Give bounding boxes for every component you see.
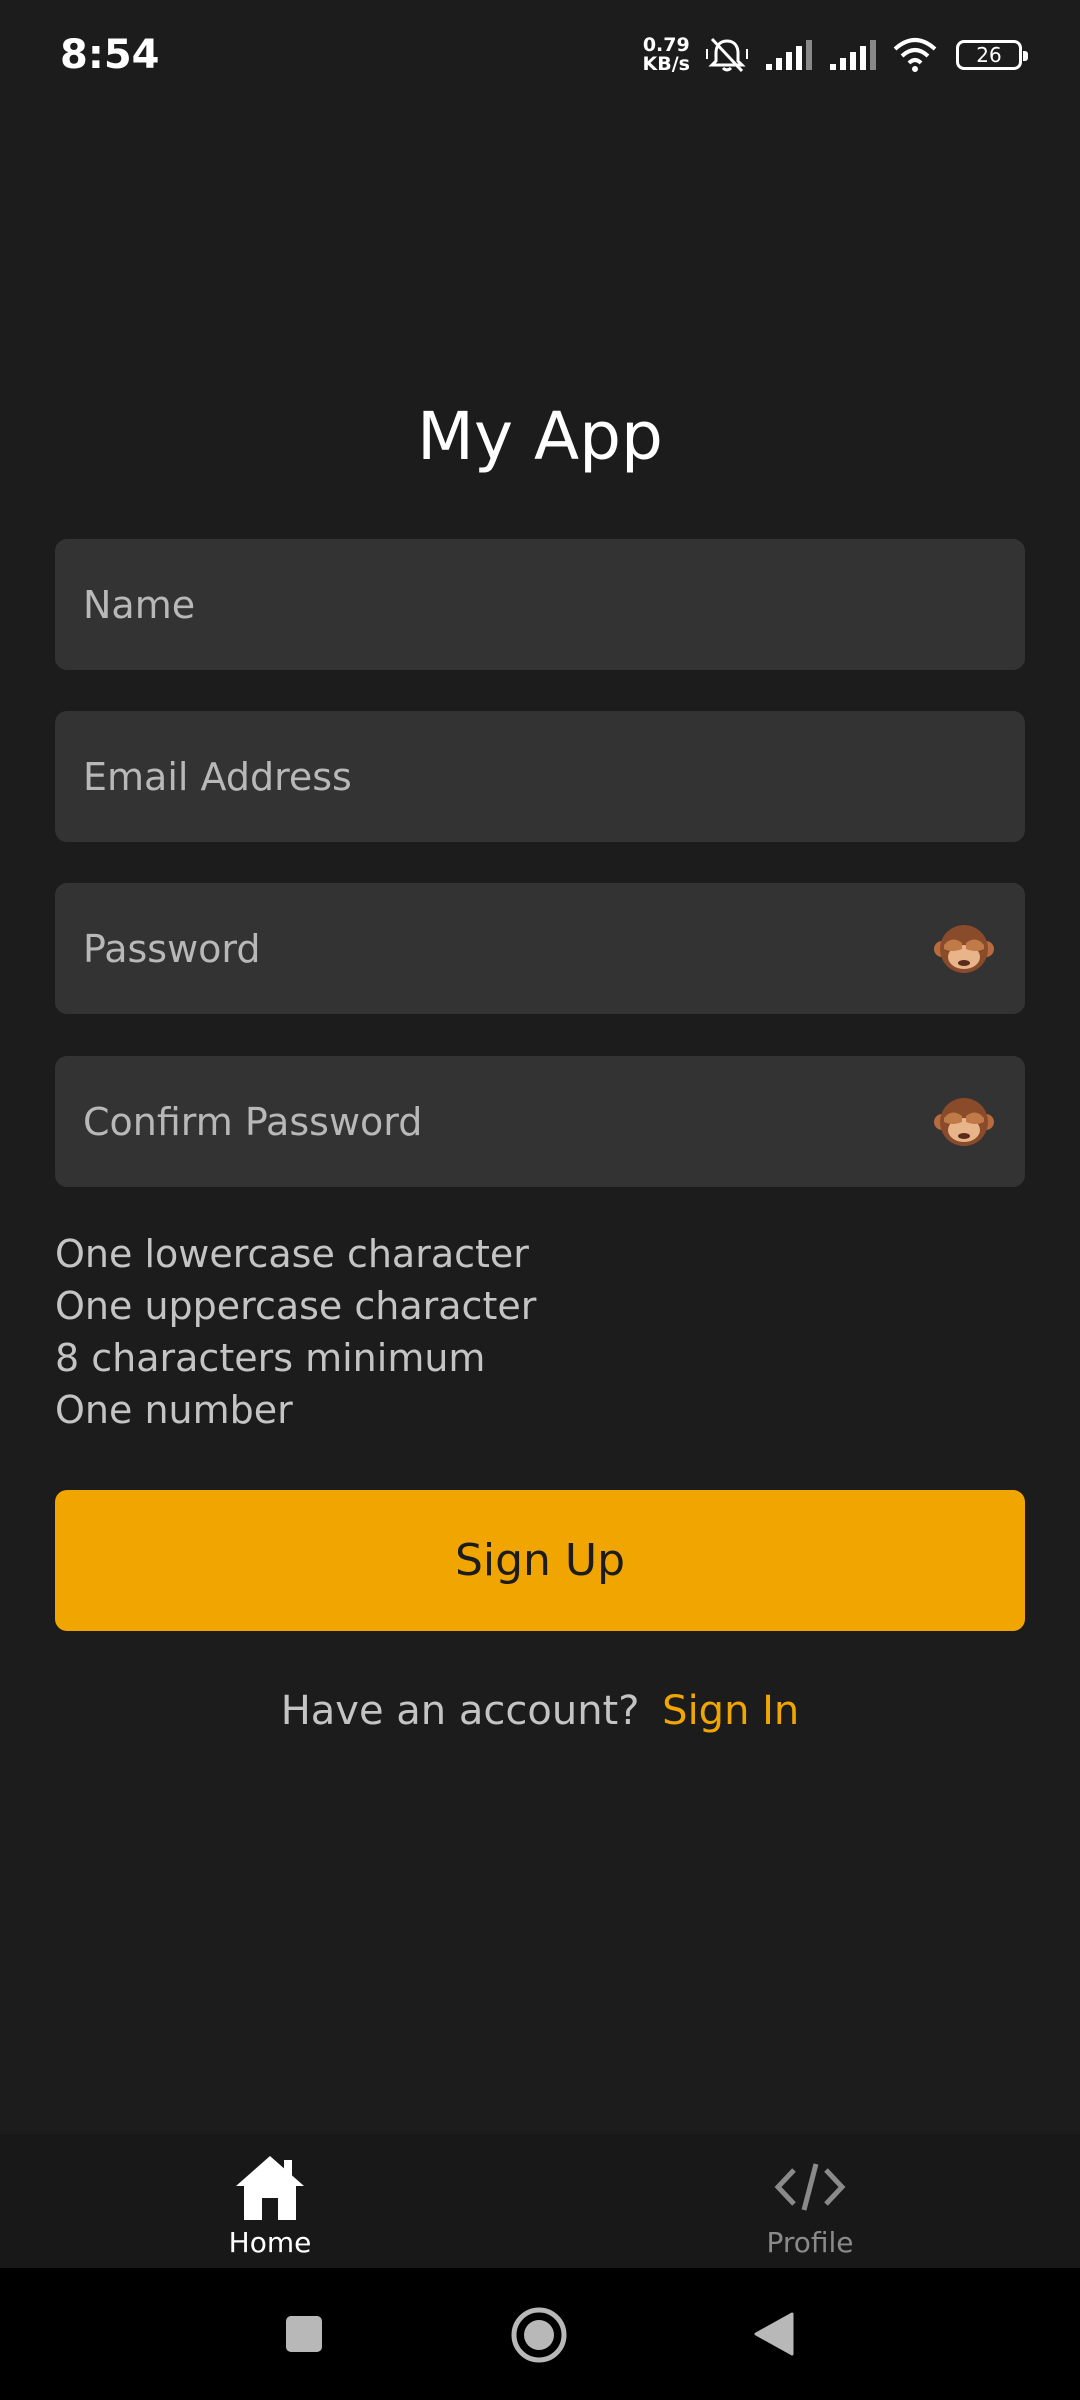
name-field[interactable]: [83, 582, 997, 627]
status-time: 8:54: [60, 32, 160, 78]
circle-icon: [511, 2307, 567, 2363]
tab-home-label: Home: [228, 2226, 312, 2259]
see-no-evil-monkey-icon: [934, 1097, 994, 1146]
tab-home[interactable]: Home: [0, 2134, 540, 2268]
name-field-container: [55, 539, 1025, 670]
system-nav-bar: [0, 2268, 1080, 2400]
requirement-min-length: 8 characters minimum: [55, 1336, 486, 1380]
wifi-icon: [892, 37, 938, 73]
bottom-tab-bar: Home Profile: [0, 2134, 1080, 2268]
sign-in-row: Have an account? Sign In: [0, 1688, 1080, 1734]
square-icon: [286, 2316, 322, 2352]
status-bar: 8:54 0.79 KB/s 26: [0, 0, 1080, 110]
requirement-lowercase: One lowercase character: [55, 1232, 529, 1276]
back-button[interactable]: [752, 2310, 796, 2362]
battery-level: 26: [976, 43, 1002, 67]
email-field-container: [55, 711, 1025, 842]
tab-profile-label: Profile: [766, 2226, 854, 2259]
password-requirements: One lowercase character One uppercase ch…: [55, 1228, 536, 1436]
status-icons: 0.79 KB/s 26: [643, 35, 1028, 75]
confirm-password-visibility-toggle[interactable]: [931, 1089, 997, 1155]
home-nav-button[interactable]: [510, 2306, 568, 2368]
home-icon: [236, 2156, 304, 2220]
tab-profile[interactable]: Profile: [540, 2134, 1080, 2268]
back-triangle-icon: [754, 2312, 794, 2356]
password-field-container: [55, 883, 1025, 1014]
page-title: My App: [417, 398, 663, 475]
recent-apps-button[interactable]: [284, 2314, 324, 2358]
password-field[interactable]: [83, 926, 931, 971]
code-icon: [774, 2163, 846, 2211]
battery-icon: 26: [956, 40, 1028, 70]
signal-icon-1: [764, 38, 814, 72]
confirm-password-field-container: [55, 1056, 1025, 1187]
password-visibility-toggle[interactable]: [931, 916, 997, 982]
screen: 8:54 0.79 KB/s 26 My App Name Email Addr…: [0, 0, 1080, 2400]
network-speed: 0.79 KB/s: [643, 36, 690, 74]
see-no-evil-monkey-icon: [934, 924, 994, 973]
mute-bell-icon: [704, 35, 750, 75]
network-speed-unit: KB/s: [642, 53, 690, 75]
requirement-uppercase: One uppercase character: [55, 1284, 537, 1328]
have-account-text: Have an account?: [280, 1688, 640, 1734]
confirm-password-field[interactable]: [83, 1099, 931, 1144]
email-field[interactable]: [83, 754, 997, 799]
sign-in-link[interactable]: Sign In: [662, 1688, 799, 1734]
requirement-number: One number: [55, 1388, 293, 1432]
signal-icon-2: [828, 38, 878, 72]
sign-up-button[interactable]: Sign Up: [55, 1490, 1025, 1631]
